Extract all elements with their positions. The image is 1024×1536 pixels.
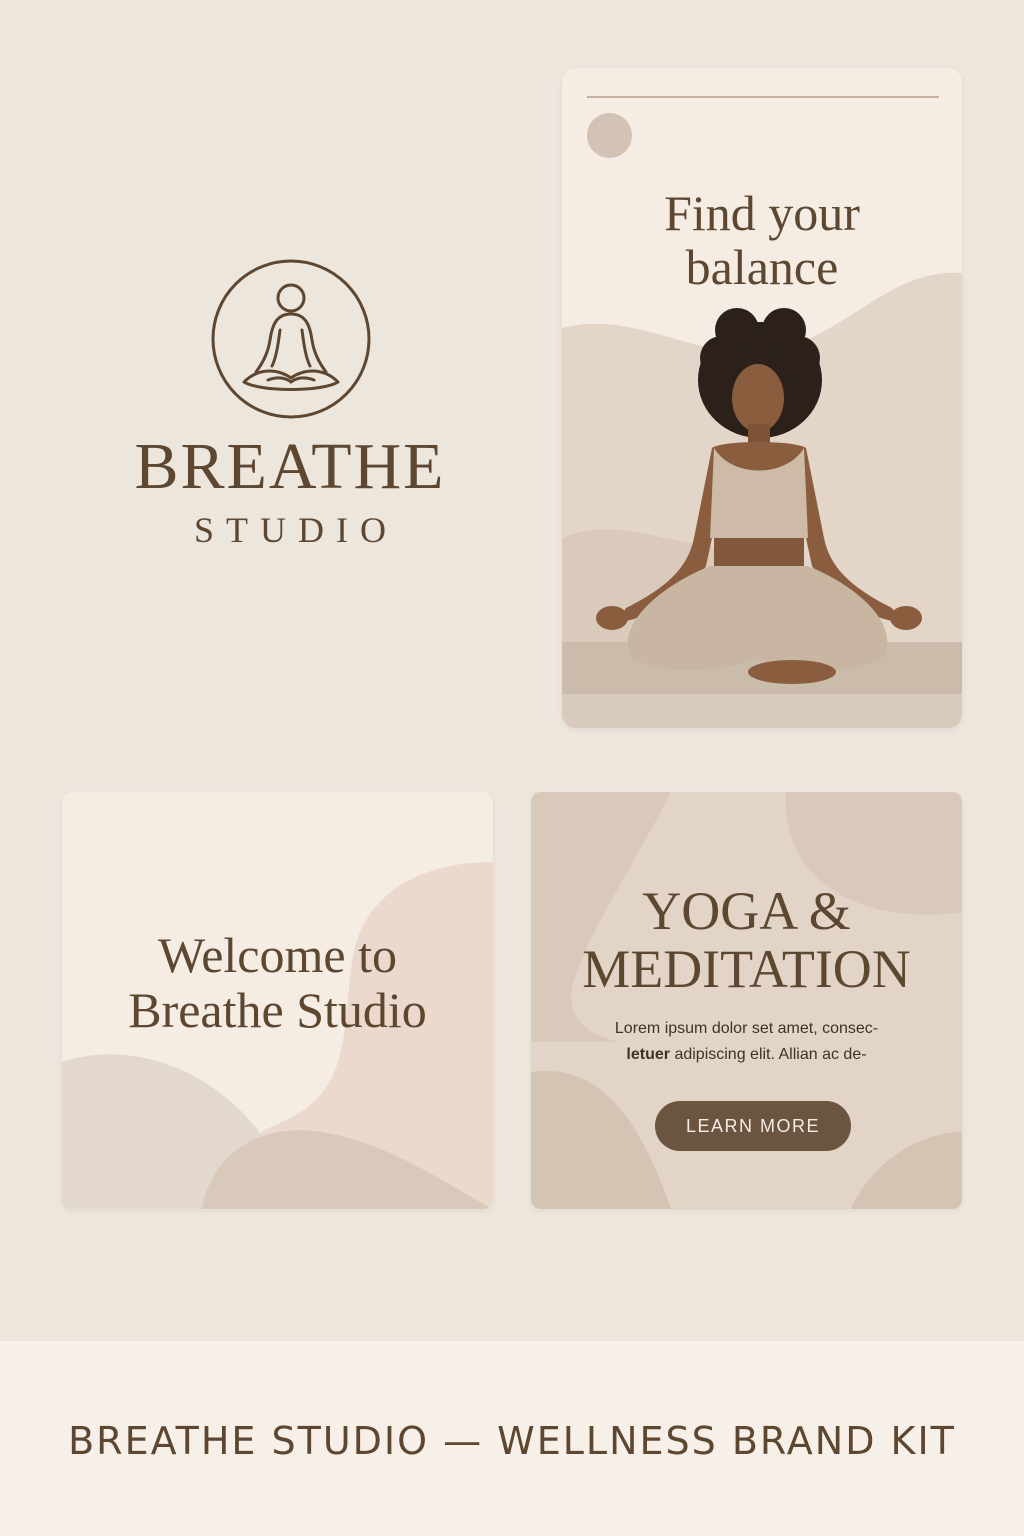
- avatar[interactable]: [587, 113, 632, 158]
- yoga-meditation-card[interactable]: YOGA & MEDITATION Lorem ipsum dolor set …: [531, 792, 962, 1209]
- yoga-body-text: Lorem ipsum dolor set amet, consec- letu…: [614, 1020, 879, 1063]
- meditating-figure-icon: [211, 259, 371, 419]
- story-progress-bar: [587, 96, 939, 98]
- story-background-shapes: [562, 272, 962, 728]
- brand-logo: BREATHE STUDIO: [90, 258, 490, 558]
- footer-title: BREATHE STUDIO — WELLNESS BRAND KIT: [68, 1419, 956, 1463]
- yoga-title: YOGA & MEDITATION: [582, 881, 911, 999]
- welcome-heading: Welcome to Breathe Studio: [128, 927, 427, 1038]
- welcome-card[interactable]: Welcome to Breathe Studio: [62, 792, 493, 1209]
- brand-subtitle: STUDIO: [194, 510, 398, 550]
- learn-more-button[interactable]: LEARN MORE: [655, 1101, 851, 1151]
- brand-wordmark: BREATHE: [134, 430, 446, 503]
- story-card[interactable]: Find your balance: [562, 68, 962, 728]
- story-headline: Find your balance: [664, 185, 860, 295]
- footer: BREATHE STUDIO — WELLNESS BRAND KIT: [0, 1341, 1024, 1536]
